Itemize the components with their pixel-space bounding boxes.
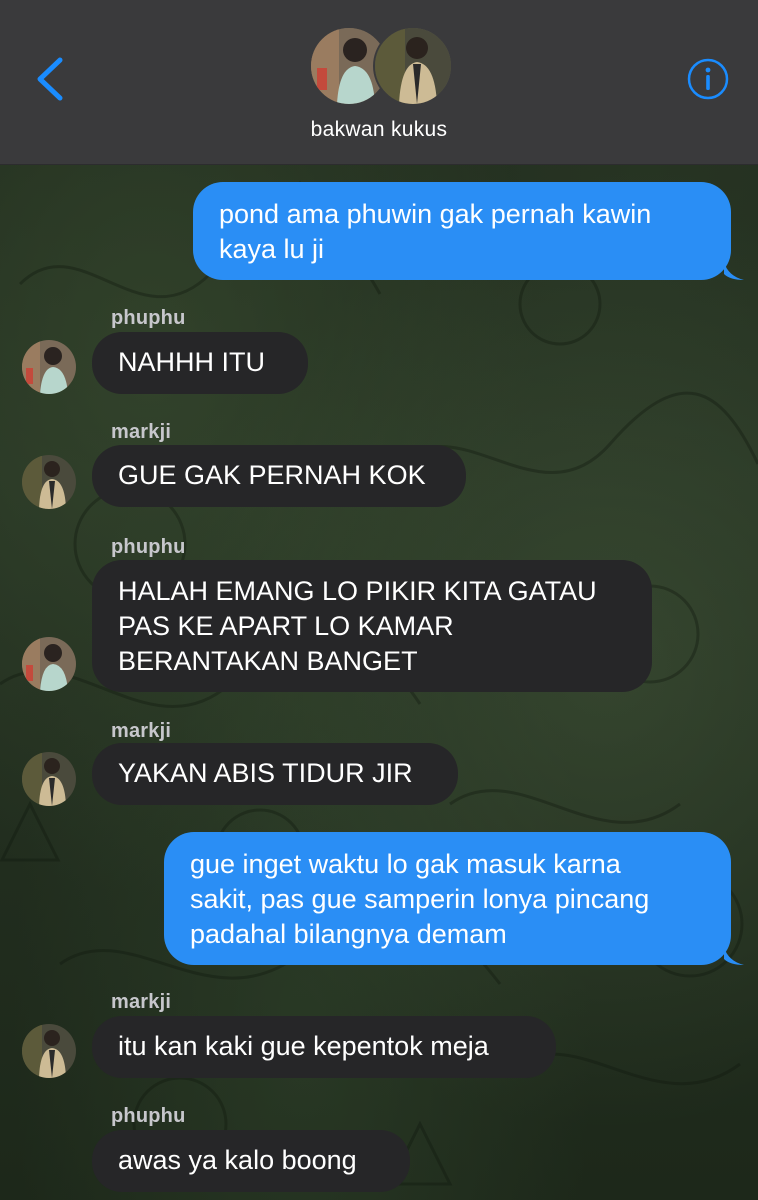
sender-name: markji [111,720,172,742]
incoming-message[interactable]: NAHHH ITU [92,332,308,394]
message-line: YAKAN ABIS TIDUR JIR [118,758,413,788]
bubble-tail [724,947,744,965]
message-line: gue inget waktu lo gak masuk karna [190,849,621,879]
message-line: NAHHH ITU [118,347,265,377]
avatar-markji [373,26,453,106]
outgoing-message[interactable]: pond ama phuwin gak pernah kawin kaya lu… [193,182,731,280]
incoming-message[interactable]: awas ya kalo boong [92,1130,410,1192]
group-name[interactable]: bakwan kukus [0,118,758,142]
incoming-message[interactable]: itu kan kaki gue kepentok meja [92,1016,556,1078]
info-icon[interactable] [686,57,730,101]
avatar-markji[interactable] [22,455,76,509]
incoming-message[interactable]: HALAH EMANG LO PIKIR KITA GATAU PAS KE A… [92,560,652,692]
message-line: sakit, pas gue samperin lonya pincang [190,884,650,914]
message-line: PAS KE APART LO KAMAR [118,611,454,641]
message-line: pond ama phuwin gak pernah kawin [219,199,652,229]
sender-name: markji [111,421,172,443]
avatar-phuphu[interactable] [22,637,76,691]
group-avatar[interactable] [309,26,453,106]
outgoing-message[interactable]: gue inget waktu lo gak masuk karna sakit… [164,832,731,965]
incoming-message[interactable]: GUE GAK PERNAH KOK [92,445,466,507]
sender-name: phuphu [111,307,186,329]
incoming-message[interactable]: YAKAN ABIS TIDUR JIR [92,743,458,805]
conversation-header: bakwan kukus [0,0,758,165]
message-line: awas ya kalo boong [118,1145,357,1175]
message-line: itu kan kaki gue kepentok meja [118,1031,489,1061]
message-line: BERANTAKAN BANGET [118,646,418,676]
chevron-left-icon[interactable] [30,56,70,102]
bubble-tail [724,262,744,280]
chat-screen: bakwan kukus pond ama phuwin gak pernah … [0,0,758,1200]
sender-name: phuphu [111,536,186,558]
message-line: padahal bilangnya demam [190,919,507,949]
avatar-markji[interactable] [22,1024,76,1078]
sender-name: markji [111,991,172,1013]
message-line: kaya lu ji [219,234,325,264]
message-line: GUE GAK PERNAH KOK [118,460,426,490]
avatar-phuphu[interactable] [22,340,76,394]
sender-name: phuphu [111,1105,186,1127]
message-line: HALAH EMANG LO PIKIR KITA GATAU [118,576,597,606]
avatar-markji[interactable] [22,752,76,806]
